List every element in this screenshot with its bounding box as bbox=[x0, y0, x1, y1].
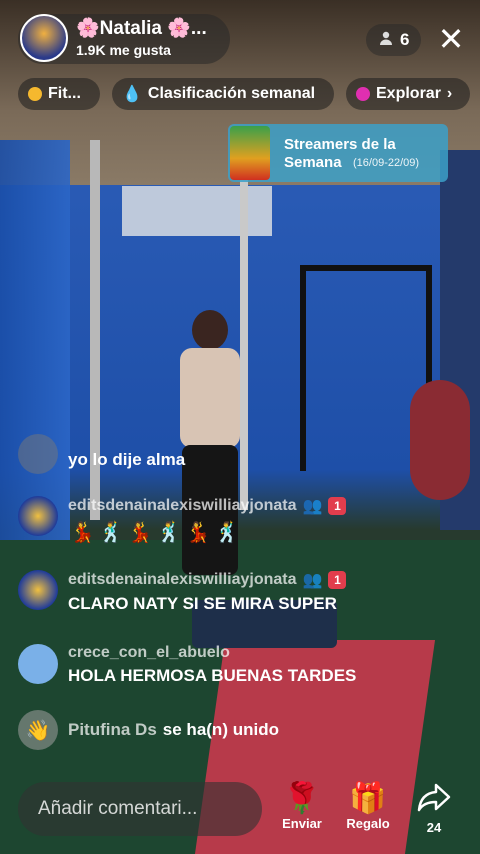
comment-username[interactable]: crece_con_el_abuelo bbox=[68, 644, 356, 662]
send-label: Enviar bbox=[282, 816, 322, 831]
level-badge: 1 bbox=[328, 497, 347, 515]
tire bbox=[410, 380, 470, 500]
flame-icon: 💧 bbox=[122, 86, 142, 103]
avatar[interactable] bbox=[18, 434, 58, 474]
banner-dates: (16/09-22/09) bbox=[353, 157, 420, 169]
comment-item[interactable]: crece_con_el_abuelo HOLA HERMOSA BUENAS … bbox=[18, 644, 356, 686]
share-count: 24 bbox=[426, 820, 442, 835]
comment-item[interactable]: yo lo dije alma bbox=[18, 434, 185, 474]
friends-icon: 👥 bbox=[302, 498, 323, 515]
friends-icon: 👥 bbox=[302, 572, 323, 589]
comment-user[interactable]: editsdenainalexiswilliayjonata 👥 1 bbox=[68, 496, 347, 516]
chip-explore[interactable]: Explorar › bbox=[346, 78, 470, 110]
chip-label: Fit... bbox=[48, 85, 81, 102]
rose-icon: 🌹 bbox=[283, 782, 321, 815]
comment-username: editsdenainalexiswilliayjonata bbox=[68, 497, 297, 514]
avatar[interactable] bbox=[18, 644, 58, 684]
comment-message: yo lo dije alma bbox=[68, 450, 186, 469]
chip-weekly-ranking[interactable]: 💧 Clasificación semanal bbox=[112, 78, 334, 110]
person-torso bbox=[180, 348, 240, 448]
join-message: se ha(n) unido bbox=[162, 720, 279, 739]
share-icon bbox=[406, 782, 462, 820]
host-avatar[interactable] bbox=[20, 14, 68, 62]
comment-item[interactable]: editsdenainalexiswilliayjonata 👥 1 CLARO… bbox=[18, 570, 347, 614]
host-name[interactable]: 🌸Natalia 🌸... bbox=[76, 16, 207, 40]
chip-label: Clasificación semanal bbox=[147, 85, 316, 102]
join-notice: 👋 Pitufina Ds se ha(n) unido bbox=[18, 710, 279, 750]
close-icon[interactable]: ✕ bbox=[436, 22, 466, 56]
comment-placeholder: Añadir comentari... bbox=[38, 798, 198, 819]
avatar[interactable] bbox=[18, 570, 58, 610]
banner-title-line2: Semana bbox=[284, 154, 342, 171]
comment-message: HOLA HERMOSA BUENAS TARDES bbox=[68, 666, 357, 685]
viewer-count-value: 6 bbox=[400, 30, 410, 49]
chip-fitness[interactable]: Fit... bbox=[18, 78, 100, 110]
weekly-streamers-banner[interactable]: Streamers de la Semana (16/09-22/09) bbox=[228, 124, 448, 182]
chip-label: Explorar bbox=[376, 85, 441, 102]
gift-icon: 🎁 bbox=[349, 782, 387, 815]
comment-message: CLARO NATY SI SE MIRA SUPER bbox=[68, 594, 337, 613]
gift-button[interactable]: 🎁 Regalo bbox=[340, 782, 396, 831]
person-head bbox=[192, 310, 228, 350]
wave-icon: 👋 bbox=[18, 710, 58, 750]
gift-label: Regalo bbox=[346, 816, 390, 831]
banner-title-line1: Streamers de la bbox=[284, 136, 396, 153]
person-icon bbox=[378, 30, 394, 51]
comment-username: editsdenainalexiswilliayjonata bbox=[68, 571, 297, 588]
chevron-right-icon: › bbox=[446, 85, 453, 102]
send-rose-button[interactable]: 🌹 Enviar bbox=[274, 782, 330, 831]
share-button[interactable]: 24 bbox=[406, 782, 462, 835]
coin-icon bbox=[28, 87, 42, 101]
comment-user[interactable]: editsdenainalexiswilliayjonata 👥 1 bbox=[68, 570, 347, 590]
window bbox=[122, 186, 272, 236]
emoji-effects: 💃🕺💃🕺💃🕺 bbox=[70, 522, 244, 544]
comment-input[interactable]: Añadir comentari... bbox=[18, 782, 262, 836]
level-badge: 1 bbox=[328, 571, 347, 589]
explore-icon bbox=[356, 87, 370, 101]
viewer-count[interactable]: 6 bbox=[366, 24, 422, 56]
join-username[interactable]: Pitufina Ds bbox=[68, 720, 157, 740]
host-likes: 1.9K me gusta bbox=[76, 42, 171, 58]
parrot-icon bbox=[230, 126, 270, 180]
avatar[interactable] bbox=[18, 496, 58, 536]
